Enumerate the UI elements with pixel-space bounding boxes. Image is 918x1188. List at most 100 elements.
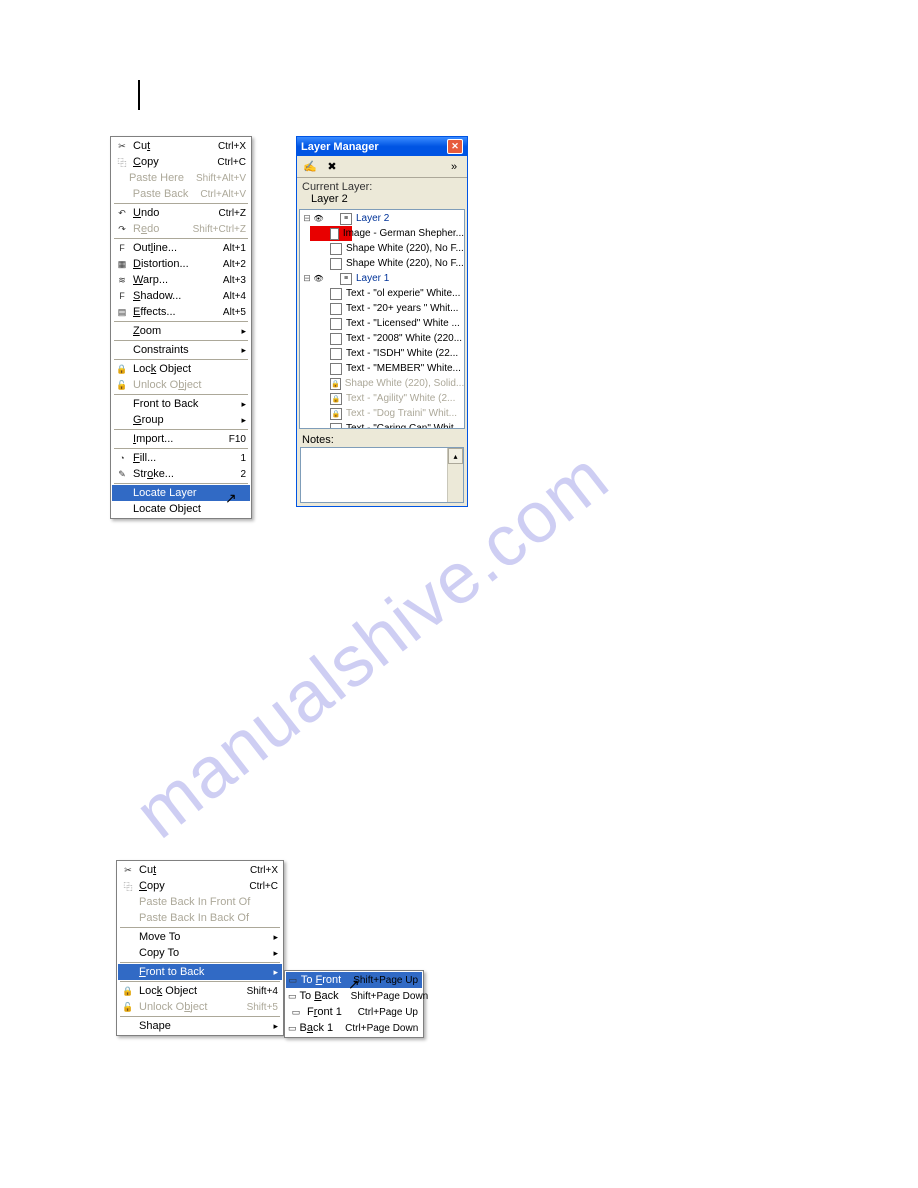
shortcut-label: F10 bbox=[229, 434, 246, 445]
ctx2-shape[interactable]: Shape▸ bbox=[118, 1018, 282, 1034]
close-icon[interactable]: ✕ bbox=[447, 139, 463, 154]
lock-icon[interactable]: 🔒 bbox=[330, 408, 342, 420]
ctx2-unlock-object[interactable]: 🔓Unlock ObjectShift+5 bbox=[118, 999, 282, 1015]
ctx2-lock-object[interactable]: 🔒Lock ObjectShift+4 bbox=[118, 983, 282, 999]
expand-button[interactable]: » bbox=[444, 158, 464, 176]
ctx2-copy[interactable]: ⿻CopyCtrl+C bbox=[118, 878, 282, 894]
item-icon[interactable] bbox=[330, 243, 342, 255]
menu-item-label: Copy To bbox=[139, 947, 265, 959]
collapse-icon[interactable]: ⊟ bbox=[302, 213, 312, 224]
layer-icon: ≡ bbox=[340, 273, 352, 285]
current-layer-value: Layer 2 bbox=[297, 193, 467, 207]
notes-textarea[interactable]: ▴ bbox=[300, 447, 464, 503]
shortcut-label: Alt+1 bbox=[223, 243, 246, 254]
tree-item[interactable]: Text - "ISDH" White (22... bbox=[300, 346, 464, 361]
ctx1-redo[interactable]: ↷RedoShift+Ctrl+Z bbox=[112, 221, 250, 237]
item-icon[interactable] bbox=[330, 333, 342, 345]
ctx1-distortion[interactable]: ▦Distortion...Alt+2 bbox=[112, 256, 250, 272]
layer-name-label: Layer 1 bbox=[354, 273, 389, 284]
lock-icon[interactable]: 🔒 bbox=[330, 393, 342, 405]
ctx1-effects[interactable]: ▤Effects...Alt+5 bbox=[112, 304, 250, 320]
fill-icon: ◔ bbox=[114, 451, 130, 465]
ctx1-paste-back[interactable]: Paste BackCtrl+Alt+V bbox=[112, 186, 250, 202]
ctx2-front-to-back[interactable]: Front to Back▸ bbox=[118, 964, 282, 980]
tree-item[interactable]: Image - German Shepher... bbox=[300, 226, 464, 241]
menu-item-label: Paste Back In Back Of bbox=[139, 912, 278, 924]
scroll-up-icon[interactable]: ▴ bbox=[448, 448, 463, 464]
scrollbar[interactable]: ▴ bbox=[447, 448, 463, 502]
item-icon[interactable] bbox=[330, 318, 342, 330]
ctx2-separator bbox=[120, 962, 280, 963]
ctx1-import[interactable]: Import...F10 bbox=[112, 431, 250, 447]
collapse-icon[interactable]: ⊟ bbox=[302, 273, 312, 284]
ctx1-fill[interactable]: ◔Fill...1 bbox=[112, 450, 250, 466]
item-icon[interactable] bbox=[330, 288, 342, 300]
ctx2-paste-back-in-front-of[interactable]: Paste Back In Front Of bbox=[118, 894, 282, 910]
submenu-arrow-icon: ▸ bbox=[241, 399, 246, 410]
copy-icon: ⿻ bbox=[120, 879, 136, 893]
layer-row-layer-2[interactable]: ⊟👁≡Layer 2 bbox=[300, 211, 464, 226]
tree-item[interactable]: Text - "20+ years " Whit... bbox=[300, 301, 464, 316]
ctx1-constraints[interactable]: Constraints▸ bbox=[112, 342, 250, 358]
panel-toolbar: ✍ ✖ » bbox=[297, 156, 467, 178]
ctx1-group[interactable]: Group▸ bbox=[112, 412, 250, 428]
visibility-icon[interactable]: 👁 bbox=[312, 214, 326, 223]
ctx1-outline[interactable]: FOutline...Alt+1 bbox=[112, 240, 250, 256]
delete-layer-button[interactable]: ✖ bbox=[322, 158, 342, 176]
visibility-icon[interactable]: 👁 bbox=[312, 274, 326, 283]
menu-item-label: Undo bbox=[133, 207, 207, 219]
ctx1-shadow[interactable]: FShadow...Alt+4 bbox=[112, 288, 250, 304]
ctx1-separator bbox=[114, 448, 248, 449]
menu-item-label: Redo bbox=[133, 223, 181, 235]
ctx1-zoom[interactable]: Zoom▸ bbox=[112, 323, 250, 339]
ctx1-undo[interactable]: ↶UndoCtrl+Z bbox=[112, 205, 250, 221]
ctx1-cut[interactable]: ✂CutCtrl+X bbox=[112, 138, 250, 154]
sub-front-1[interactable]: ▭Front 1Ctrl+Page Up bbox=[286, 1004, 422, 1020]
paste-back-in-back-of-icon bbox=[120, 911, 136, 925]
tree-item[interactable]: Shape White (220), No F... bbox=[300, 241, 464, 256]
tree-item[interactable]: Text - "MEMBER" White... bbox=[300, 361, 464, 376]
ctx2-separator bbox=[120, 927, 280, 928]
tree-item[interactable]: 🔒Text - "Agility" White (2... bbox=[300, 391, 464, 406]
sub-back-1[interactable]: ▭Back 1Ctrl+Page Down bbox=[286, 1020, 422, 1036]
ctx1-paste-here[interactable]: Paste HereShift+Alt+V bbox=[112, 170, 250, 186]
shortcut-label: Ctrl+X bbox=[250, 865, 278, 876]
item-icon[interactable] bbox=[330, 303, 342, 315]
layer-row-layer-1[interactable]: ⊟👁 ≡Layer 1 bbox=[300, 271, 464, 286]
menu-item-label: Group bbox=[133, 414, 233, 426]
layer-tree[interactable]: ⊟👁≡Layer 2Image - German Shepher...Shape… bbox=[299, 209, 465, 429]
shortcut-label: Ctrl+Page Down bbox=[345, 1023, 418, 1034]
tree-item[interactable]: Text - "Licensed" White ... bbox=[300, 316, 464, 331]
item-icon[interactable] bbox=[330, 363, 342, 375]
lock-object-icon: 🔒 bbox=[114, 362, 130, 376]
titlebar[interactable]: Layer Manager ✕ bbox=[297, 137, 467, 156]
item-icon[interactable] bbox=[330, 348, 342, 360]
tree-item[interactable]: 🔒Shape White (220), Solid... bbox=[300, 376, 464, 391]
menu-item-label: Warp... bbox=[133, 274, 211, 286]
copy-icon: ⿻ bbox=[114, 155, 130, 169]
ctx1-unlock-object[interactable]: 🔓Unlock Object bbox=[112, 377, 250, 393]
tree-item[interactable]: Text - "Caring Can" Whit... bbox=[300, 421, 464, 429]
tree-item[interactable]: Shape White (220), No F... bbox=[300, 256, 464, 271]
ctx1-stroke[interactable]: ✎Stroke...2 bbox=[112, 466, 250, 482]
item-icon[interactable] bbox=[330, 258, 342, 270]
ctx2-copy-to[interactable]: Copy To▸ bbox=[118, 945, 282, 961]
lock-icon[interactable]: 🔒 bbox=[330, 378, 341, 390]
new-layer-button[interactable]: ✍ bbox=[300, 158, 320, 176]
ctx2-move-to[interactable]: Move To▸ bbox=[118, 929, 282, 945]
ctx1-copy[interactable]: ⿻CopyCtrl+C bbox=[112, 154, 250, 170]
ctx1-front-to-back[interactable]: Front to Back▸ bbox=[112, 396, 250, 412]
redo-icon: ↷ bbox=[114, 222, 130, 236]
menu-item-label: Stroke... bbox=[133, 468, 228, 480]
shortcut-label: Shift+4 bbox=[247, 986, 278, 997]
ctx2-paste-back-in-back-of[interactable]: Paste Back In Back Of bbox=[118, 910, 282, 926]
ctx1-warp[interactable]: ≋Warp...Alt+3 bbox=[112, 272, 250, 288]
tree-item[interactable]: Text - "2008" White (220... bbox=[300, 331, 464, 346]
ctx2-cut[interactable]: ✂CutCtrl+X bbox=[118, 862, 282, 878]
ctx1-lock-object[interactable]: 🔒Lock Object bbox=[112, 361, 250, 377]
item-icon[interactable] bbox=[330, 228, 339, 240]
item-icon[interactable] bbox=[330, 423, 342, 430]
menu-item-label: Outline... bbox=[133, 242, 211, 254]
tree-item[interactable]: Text - "ol experie" White... bbox=[300, 286, 464, 301]
tree-item[interactable]: 🔒Text - "Dog Traini" Whit... bbox=[300, 406, 464, 421]
